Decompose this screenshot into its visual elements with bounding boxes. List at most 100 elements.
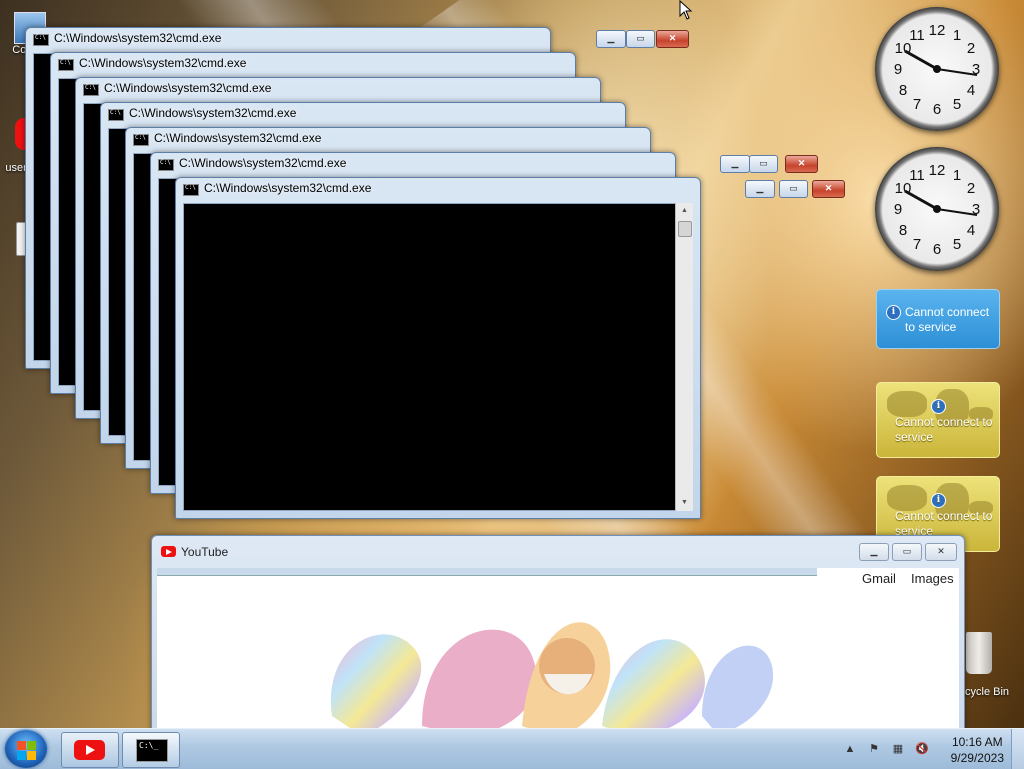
console-area[interactable] — [183, 203, 693, 511]
minimize-button[interactable]: ▁ — [720, 155, 750, 173]
taskbar-youtube-button[interactable] — [61, 732, 119, 768]
window-title: C:\Windows\system32\cmd.exe — [54, 31, 222, 45]
clock-number: 7 — [913, 96, 921, 113]
clock-number: 9 — [894, 61, 902, 78]
title-bar[interactable]: C:\Windows\system32\cmd.exe — [101, 103, 625, 125]
clock-number: 6 — [933, 101, 941, 118]
show-desktop-button[interactable] — [1011, 729, 1024, 769]
address-bar-remnant — [157, 568, 817, 576]
clock-hour-hand — [904, 189, 938, 211]
close-button[interactable]: ✕ — [656, 30, 689, 48]
action-center-icon[interactable]: ⚑ — [867, 742, 881, 756]
clock-face: 12 1 2 3 4 5 6 7 8 9 10 11 — [894, 22, 980, 118]
clock-number: 11 — [909, 27, 925, 44]
images-link[interactable]: Images — [911, 571, 954, 586]
close-button[interactable]: ✕ — [785, 155, 818, 173]
clock-number: 6 — [933, 241, 941, 258]
clock-number: 7 — [913, 236, 921, 253]
show-hidden-icons[interactable]: ▲ — [843, 742, 857, 756]
clock-number: 2 — [967, 180, 975, 197]
cmd-icon — [133, 134, 149, 146]
close-button[interactable]: ✕ — [812, 180, 845, 198]
clock-number: 8 — [899, 82, 907, 99]
weather-gadget[interactable]: i Cannot connect to service — [876, 289, 1000, 349]
clock-gadget[interactable]: 12 1 2 3 4 5 6 7 8 9 10 11 — [875, 7, 999, 131]
cmd-icon — [33, 34, 49, 46]
clock-number: 12 — [929, 162, 946, 179]
cmd-window-7[interactable]: C:\Windows\system32\cmd.exe ▁ ▭ ✕ ▲ ▼ — [175, 177, 845, 519]
window-title: C:\Windows\system32\cmd.exe — [154, 131, 322, 145]
title-bar[interactable]: C:\Windows\system32\cmd.exe — [51, 53, 575, 75]
minimize-button[interactable]: ▁ — [745, 180, 775, 198]
feed-gadget[interactable]: i Cannot connect to service — [876, 382, 1000, 458]
clock-number: 5 — [953, 236, 961, 253]
title-bar[interactable]: C:\Windows\system32\cmd.exe ▁ ▭ ✕ — [176, 178, 845, 200]
clock-number: 5 — [953, 96, 961, 113]
taskbar-cmd-button[interactable]: C:\_ — [122, 732, 180, 768]
window-title: C:\Windows\system32\cmd.exe — [179, 156, 347, 170]
info-icon: i — [931, 399, 946, 414]
info-icon: i — [931, 493, 946, 508]
gadget-message: Cannot connect to service — [905, 305, 990, 334]
clock-number: 1 — [953, 167, 961, 184]
maximize-button[interactable]: ▭ — [626, 30, 655, 48]
cmd-icon — [83, 84, 99, 96]
window-title: C:\Windows\system32\cmd.exe — [79, 56, 247, 70]
window-title: C:\Windows\system32\cmd.exe — [104, 81, 272, 95]
clock-number: 2 — [967, 40, 975, 57]
maximize-button[interactable]: ▭ — [892, 543, 922, 561]
browser-window[interactable]: YouTube ▁ ▭ ✕ Gmail Images — [151, 535, 965, 728]
info-icon: i — [886, 305, 901, 320]
cmd-icon — [58, 59, 74, 71]
scroll-thumb[interactable] — [678, 221, 692, 237]
clock-number: 1 — [953, 27, 961, 44]
scroll-up-icon[interactable]: ▲ — [676, 203, 693, 219]
gadget-message: Cannot connect to service — [895, 415, 993, 444]
map-shape — [887, 485, 927, 511]
window-title: YouTube — [181, 545, 229, 559]
taskbar-date: 9/29/2023 — [950, 751, 1004, 765]
clock-number: 9 — [894, 201, 902, 218]
minimize-button[interactable]: ▁ — [859, 543, 889, 561]
title-bar[interactable]: C:\Windows\system32\cmd.exe — [76, 78, 600, 100]
clock-gadget[interactable]: 12 1 2 3 4 5 6 7 8 9 10 11 — [875, 147, 999, 271]
close-button[interactable]: ✕ — [925, 543, 957, 561]
cmd-icon — [108, 109, 124, 121]
minimize-button[interactable]: ▁ — [596, 30, 626, 48]
cmd-icon — [183, 184, 199, 196]
cmd-icon: C:\_ — [136, 739, 168, 762]
youtube-icon — [74, 740, 105, 760]
taskbar: C:\_ ▲ ⚑ ▦ 🔇 10:16 AM 9/29/2023 — [0, 728, 1024, 769]
window-title: C:\Windows\system32\cmd.exe — [129, 106, 297, 120]
doodle-image[interactable] — [322, 606, 782, 728]
title-bar[interactable]: C:\Windows\system32\cmd.exe ▁ ▭ ✕ — [151, 153, 818, 175]
clock-number: 8 — [899, 222, 907, 239]
maximize-button[interactable]: ▭ — [749, 155, 778, 173]
start-button[interactable] — [5, 730, 47, 768]
clock-number: 4 — [967, 222, 975, 239]
clock-number: 11 — [909, 167, 925, 184]
maximize-button[interactable]: ▭ — [779, 180, 808, 198]
map-shape — [887, 391, 927, 417]
clock-hour-hand — [904, 49, 938, 71]
title-bar[interactable]: C:\Windows\system32\cmd.exe ▁ ▭ ✕ — [26, 28, 689, 50]
recycle-bin-icon — [966, 632, 992, 674]
mouse-cursor-icon — [679, 0, 693, 20]
youtube-icon — [161, 546, 176, 557]
cmd-icon — [158, 159, 174, 171]
windows-logo-icon — [17, 741, 26, 750]
title-bar[interactable]: C:\Windows\system32\cmd.exe — [126, 128, 650, 150]
gmail-link[interactable]: Gmail — [862, 571, 896, 586]
clock-number: 12 — [929, 22, 946, 39]
scrollbar[interactable]: ▲ ▼ — [675, 203, 693, 511]
taskbar-clock[interactable]: 10:16 AM 9/29/2023 — [951, 734, 1004, 766]
desktop: Compu username666 Recycle Bin C:\Windows… — [0, 0, 1024, 728]
browser-viewport[interactable]: Gmail Images — [157, 568, 959, 728]
taskbar-time: 10:16 AM — [951, 735, 1003, 749]
volume-muted-icon[interactable]: 🔇 — [915, 742, 929, 756]
window-title: C:\Windows\system32\cmd.exe — [204, 181, 372, 195]
network-icon[interactable]: ▦ — [891, 742, 905, 756]
clock-number: 4 — [967, 82, 975, 99]
clock-face: 12 1 2 3 4 5 6 7 8 9 10 11 — [894, 162, 980, 258]
scroll-down-icon[interactable]: ▼ — [676, 495, 693, 511]
